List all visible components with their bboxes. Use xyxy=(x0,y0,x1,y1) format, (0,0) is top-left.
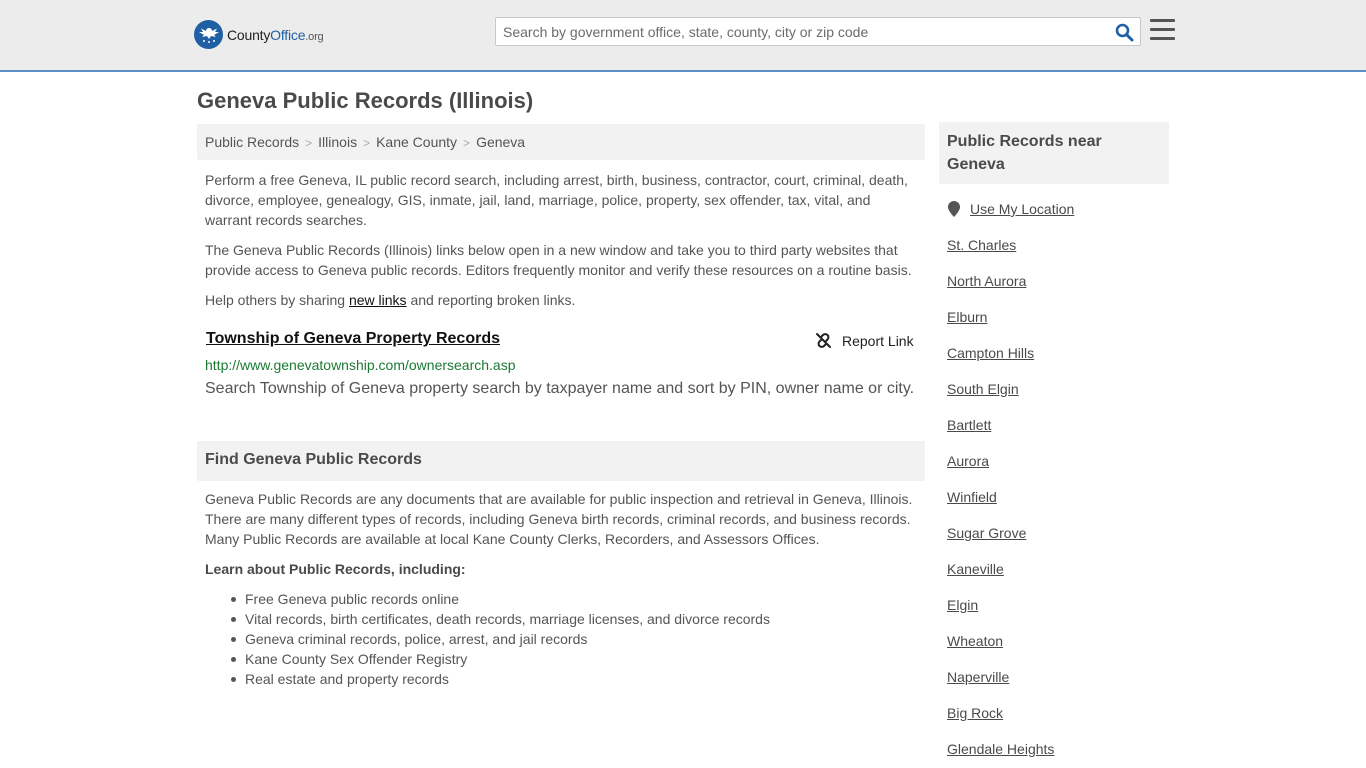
eagle-logo-icon xyxy=(194,20,223,49)
nearby-city-link[interactable]: Bartlett xyxy=(947,417,991,433)
intro-paragraph: Perform a free Geneva, IL public record … xyxy=(205,172,908,228)
share-paragraph: Help others by sharing new links and rep… xyxy=(205,292,576,308)
disclaimer-paragraph: The Geneva Public Records (Illinois) lin… xyxy=(205,242,912,278)
nearby-city-link[interactable]: Glendale Heights xyxy=(947,741,1054,757)
list-item: Vital records, birth certificates, death… xyxy=(231,611,770,627)
chevron-right-icon: > xyxy=(305,136,313,150)
nearby-city-link[interactable]: Sugar Grove xyxy=(947,525,1026,541)
hamburger-menu-icon[interactable] xyxy=(1150,19,1175,41)
broken-link-icon xyxy=(816,333,831,348)
report-link-label: Report Link xyxy=(842,332,914,349)
nearby-city-link[interactable]: St. Charles xyxy=(947,237,1016,253)
use-my-location[interactable]: Use My Location xyxy=(948,201,1074,217)
search-box xyxy=(495,17,1141,46)
search-button[interactable] xyxy=(1113,22,1135,42)
nearby-city-link[interactable]: Naperville xyxy=(947,669,1009,685)
learn-about-list: Free Geneva public records online Vital … xyxy=(231,589,770,689)
record-description: Search Township of Geneva property searc… xyxy=(205,380,915,397)
nearby-city-link[interactable]: Big Rock xyxy=(947,705,1003,721)
search-input[interactable] xyxy=(503,23,1103,41)
record-title-link[interactable]: Township of Geneva Property Records xyxy=(206,330,500,348)
nearby-city-link[interactable]: North Aurora xyxy=(947,273,1026,289)
nearby-city-link[interactable]: Elgin xyxy=(947,597,978,613)
logo-wordmark: CountyOffice.org xyxy=(227,26,324,43)
find-records-header: Find Geneva Public Records xyxy=(197,441,925,481)
nearby-city-link[interactable]: Elburn xyxy=(947,309,987,325)
use-my-location-link[interactable]: Use My Location xyxy=(970,201,1074,217)
breadcrumb-illinois[interactable]: Illinois xyxy=(318,134,357,150)
nearby-city-link[interactable]: Aurora xyxy=(947,453,989,469)
list-item: Free Geneva public records online xyxy=(231,589,770,609)
breadcrumb-geneva[interactable]: Geneva xyxy=(476,134,525,150)
search-icon xyxy=(1115,23,1133,41)
map-pin-icon xyxy=(948,201,960,217)
list-item: Real estate and property records xyxy=(231,669,770,689)
nearby-city-link[interactable]: Kaneville xyxy=(947,561,1004,577)
nearby-city-link[interactable]: Campton Hills xyxy=(947,345,1034,361)
chevron-right-icon: > xyxy=(463,136,471,150)
chevron-right-icon: > xyxy=(363,136,371,150)
breadcrumb: Public Records > Illinois > Kane County > Gene… xyxy=(197,124,925,160)
learn-about-heading: Learn about Public Records, including: xyxy=(205,561,466,577)
find-records-text: Geneva Public Records are any documents … xyxy=(205,491,913,547)
page-title: Geneva Public Records (Illinois) xyxy=(197,88,534,113)
record-url: http://www.genevatownship.com/ownersearc… xyxy=(205,357,516,373)
list-item: Kane County Sex Offender Registry xyxy=(231,649,770,669)
site-header: CountyOffice.org xyxy=(0,0,1366,72)
nearby-city-link[interactable]: Winfield xyxy=(947,489,997,505)
report-link-button[interactable]: Report Link xyxy=(815,332,914,349)
sidebar-header: Public Records near Geneva xyxy=(939,122,1169,184)
countyoffice-logo[interactable]: CountyOffice.org xyxy=(194,20,324,49)
new-links-link[interactable]: new links xyxy=(349,292,407,308)
list-item: Geneva criminal records, police, arrest,… xyxy=(231,629,770,649)
nearby-city-link[interactable]: Wheaton xyxy=(947,633,1003,649)
breadcrumb-kane-county[interactable]: Kane County xyxy=(376,134,457,150)
breadcrumb-public-records[interactable]: Public Records xyxy=(205,134,299,150)
nearby-city-link[interactable]: South Elgin xyxy=(947,381,1019,397)
